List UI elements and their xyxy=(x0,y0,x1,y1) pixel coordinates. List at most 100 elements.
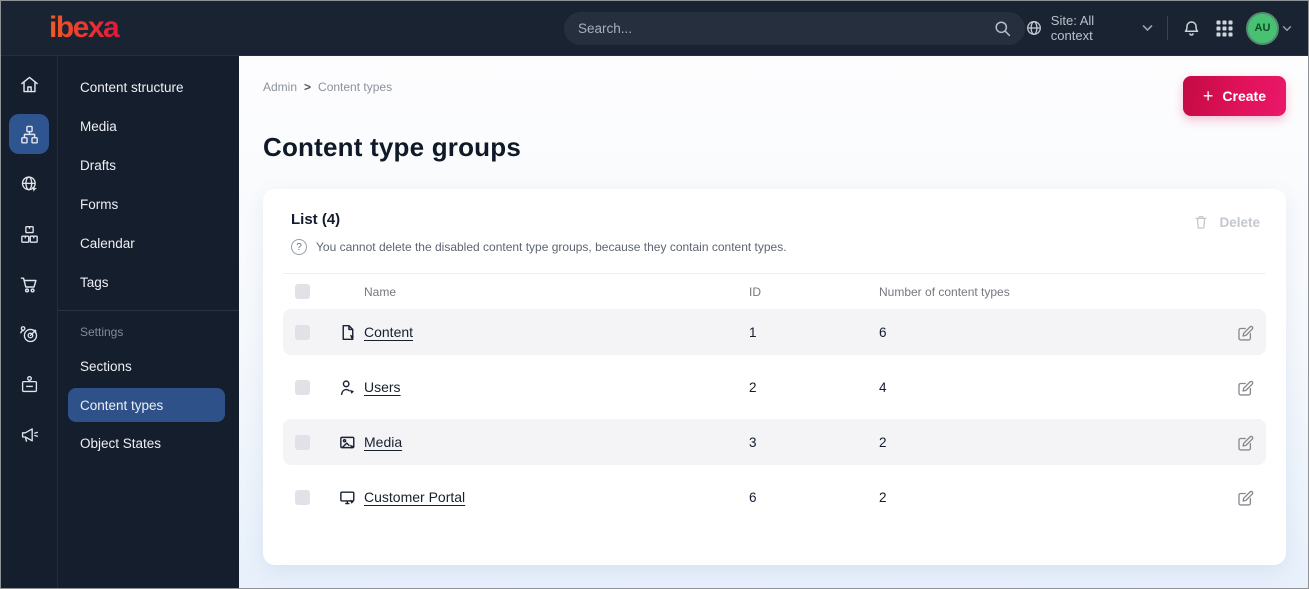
group-id: 2 xyxy=(749,379,757,395)
icon-rail xyxy=(1,56,58,588)
user-menu[interactable]: AU xyxy=(1248,13,1292,43)
table-row: Media 3 2 xyxy=(283,419,1266,465)
create-button[interactable]: + Create xyxy=(1182,76,1286,116)
group-id: 6 xyxy=(749,489,757,505)
site-globe-icon xyxy=(21,175,37,192)
menu-divider xyxy=(58,310,239,311)
list-hint: ? You cannot delete the disabled content… xyxy=(283,239,1266,255)
column-header-id: ID xyxy=(749,284,761,299)
table-row: Users 2 4 xyxy=(283,364,1266,410)
group-name-link[interactable]: Users xyxy=(364,379,401,395)
sidebar-item-calendar[interactable]: Calendar xyxy=(58,224,239,263)
search-bar[interactable] xyxy=(564,11,1025,45)
group-name-link[interactable]: Media xyxy=(364,434,402,450)
site-context-selector[interactable]: Site: All context xyxy=(1025,13,1153,43)
content-tree-icon xyxy=(20,125,38,144)
delete-button[interactable]: Delete xyxy=(1192,213,1260,231)
sidebar-item-media[interactable]: Media xyxy=(58,107,239,146)
page-title: Content type groups xyxy=(263,132,522,162)
group-name-link[interactable]: Content xyxy=(364,324,413,340)
content-type-groups-table: Name ID Number of content types Content … xyxy=(283,273,1266,520)
edit-icon xyxy=(1238,435,1254,451)
delete-button-label: Delete xyxy=(1219,214,1260,230)
topbar-right-cluster: Site: All context AU xyxy=(1025,13,1308,43)
sidebar-menu: Content structure Media Drafts Forms Cal… xyxy=(58,56,239,588)
notifications-bell-icon[interactable] xyxy=(1182,19,1201,38)
rail-item-products[interactable] xyxy=(9,214,49,254)
announcements-megaphone-icon xyxy=(21,427,38,442)
edit-icon xyxy=(1238,380,1254,396)
rail-item-commerce[interactable] xyxy=(9,264,49,304)
ibexa-logo[interactable]: ibexa xyxy=(49,13,239,43)
row-checkbox[interactable] xyxy=(295,434,310,450)
search-icon[interactable] xyxy=(994,20,1011,37)
rail-item-site[interactable] xyxy=(9,164,49,204)
column-header-count: Number of content types xyxy=(879,284,1010,299)
search-input[interactable] xyxy=(578,20,994,36)
topbar: ibexa Site: All context xyxy=(1,1,1308,56)
sidebar-item-tags[interactable]: Tags xyxy=(58,263,239,302)
group-id: 1 xyxy=(749,324,757,340)
table-row: Customer Portal 6 2 xyxy=(283,474,1266,520)
group-name-link[interactable]: Customer Portal xyxy=(364,489,465,505)
group-count: 6 xyxy=(879,324,887,340)
edit-button[interactable] xyxy=(1235,488,1254,507)
table-row: Content 1 6 xyxy=(283,309,1266,355)
breadcrumb-admin[interactable]: Admin xyxy=(263,80,297,94)
breadcrumb-content-types: Content types xyxy=(318,80,393,94)
site-context-label: Site: All context xyxy=(1050,13,1095,43)
edit-button[interactable] xyxy=(1235,378,1254,397)
avatar[interactable]: AU xyxy=(1248,13,1277,43)
customer-portal-monitor-icon xyxy=(338,488,364,507)
admin-badge-icon xyxy=(21,375,37,392)
product-catalog-icon xyxy=(20,225,38,243)
content-type-groups-card: List (4) ? You cannot delete the disable… xyxy=(263,189,1286,565)
topbar-divider xyxy=(1167,16,1168,40)
group-count: 2 xyxy=(879,434,887,450)
home-icon xyxy=(20,76,38,92)
logo-area: ibexa xyxy=(1,13,239,43)
app-window: ibexa Site: All context xyxy=(0,0,1309,589)
row-checkbox[interactable] xyxy=(295,324,310,340)
commerce-cart-icon xyxy=(20,276,37,293)
sidebar-item-drafts[interactable]: Drafts xyxy=(58,146,239,185)
users-person-icon xyxy=(338,378,364,397)
rail-item-admin[interactable] xyxy=(9,364,49,404)
sidebar-item-content-types[interactable]: Content types xyxy=(68,388,225,422)
group-count: 4 xyxy=(879,379,887,395)
main-content: Admin > Content types + Create Content t… xyxy=(239,56,1308,588)
row-checkbox[interactable] xyxy=(295,379,310,395)
list-title: List (4) xyxy=(291,211,341,228)
edit-icon xyxy=(1238,325,1254,341)
sidebar-item-forms[interactable]: Forms xyxy=(58,185,239,224)
breadcrumb: Admin > Content types xyxy=(263,76,392,94)
globe-icon xyxy=(1025,19,1043,37)
breadcrumb-separator: > xyxy=(304,80,312,94)
content-file-icon xyxy=(338,323,364,342)
sidebar-item-object-states[interactable]: Object States xyxy=(58,424,239,463)
edit-icon xyxy=(1238,490,1254,506)
edit-button[interactable] xyxy=(1235,433,1254,452)
rail-item-marketing[interactable] xyxy=(9,314,49,354)
column-header-name: Name xyxy=(364,284,397,299)
list-hint-text: You cannot delete the disabled content t… xyxy=(316,240,787,254)
rail-item-announcements[interactable] xyxy=(9,414,49,454)
table-header-row: Name ID Number of content types xyxy=(283,273,1266,309)
edit-button[interactable] xyxy=(1235,323,1254,342)
media-image-icon xyxy=(338,433,364,452)
app-body: Content structure Media Drafts Forms Cal… xyxy=(1,56,1308,588)
settings-section-header: Settings xyxy=(80,325,124,339)
sidebar-item-content-structure[interactable]: Content structure xyxy=(58,68,239,107)
marketing-target-icon xyxy=(19,325,37,342)
group-count: 2 xyxy=(879,489,887,505)
sidebar-item-sections[interactable]: Sections xyxy=(58,347,239,386)
rail-item-content-structure[interactable] xyxy=(9,114,49,154)
rail-item-home[interactable] xyxy=(9,64,49,104)
group-id: 3 xyxy=(749,434,757,450)
create-button-label: Create xyxy=(1222,88,1266,104)
app-grid-icon[interactable] xyxy=(1215,19,1234,38)
chevron-down-icon xyxy=(1142,24,1153,32)
row-checkbox[interactable] xyxy=(295,489,310,505)
select-all-checkbox[interactable] xyxy=(295,284,310,299)
help-icon: ? xyxy=(291,239,307,255)
